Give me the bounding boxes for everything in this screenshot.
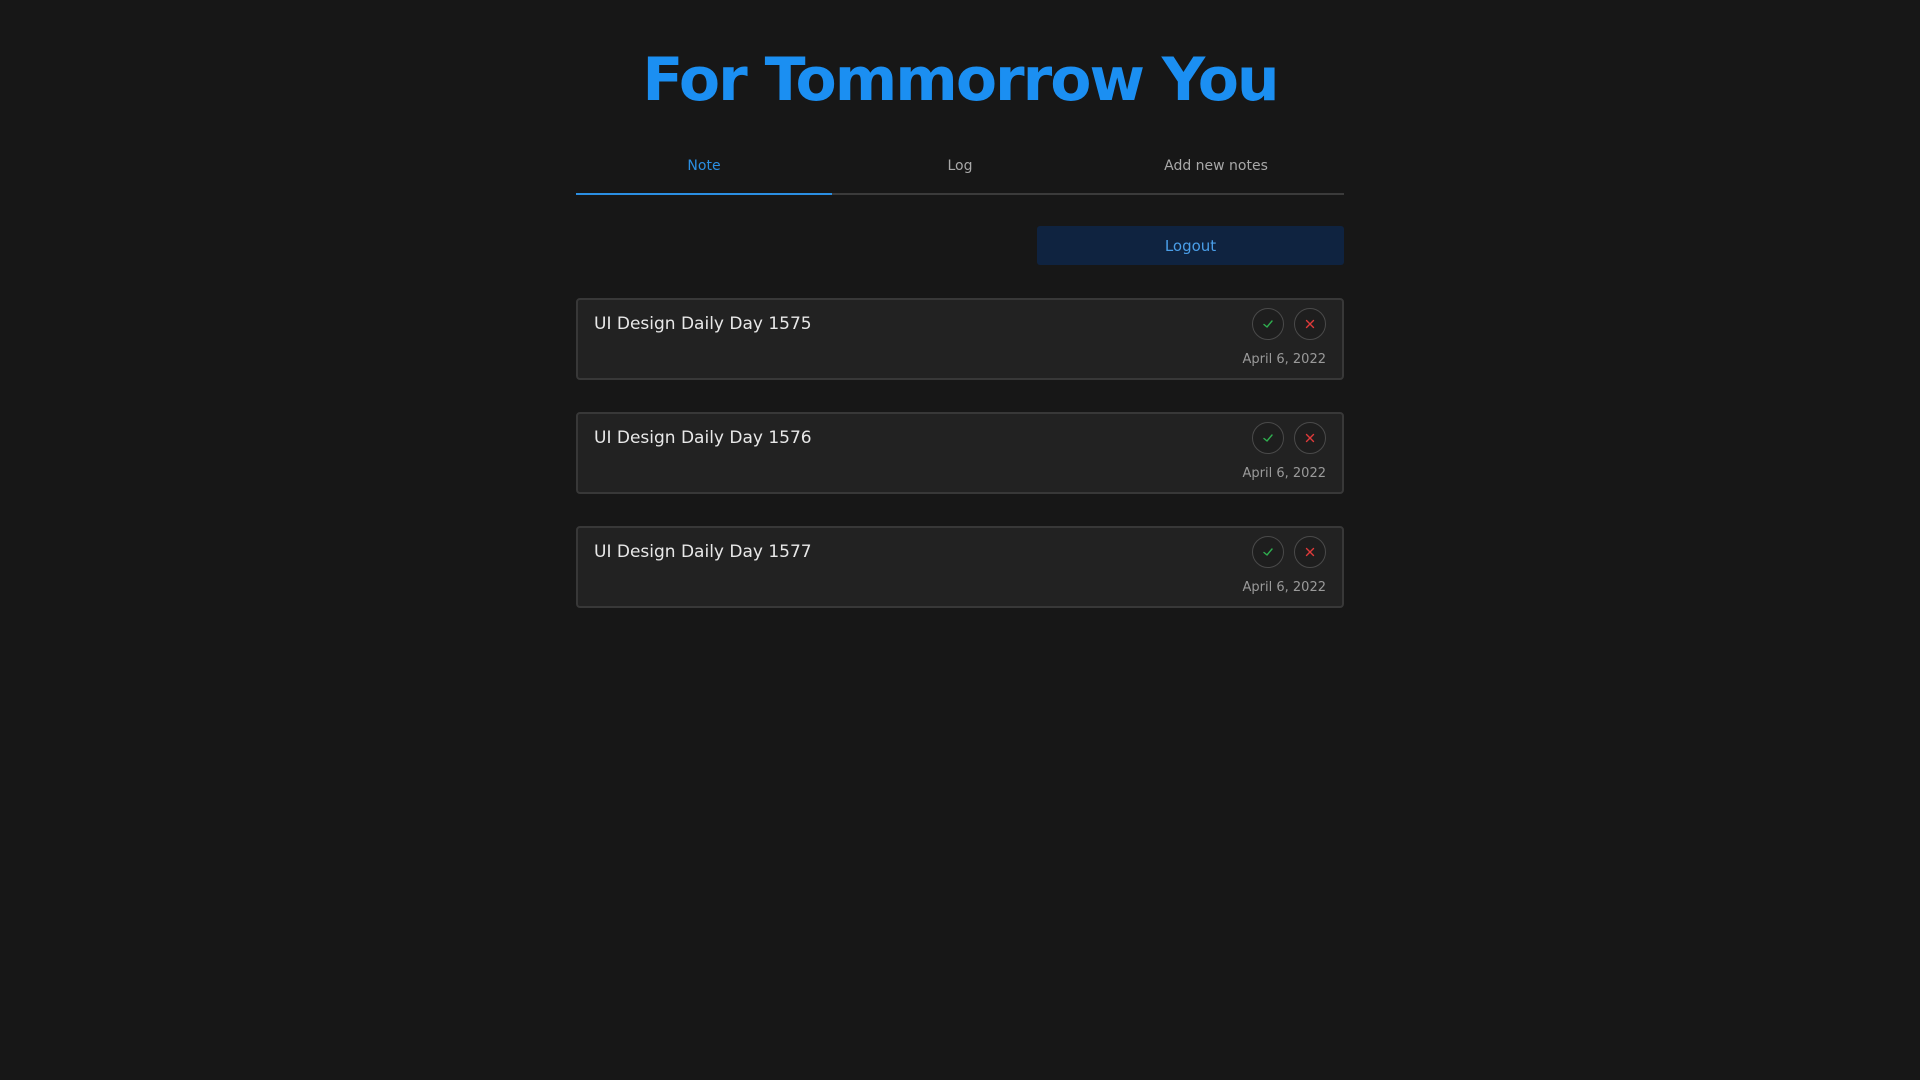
- note-card: UI Design Daily Day 1575 April 6, 2022: [576, 298, 1344, 380]
- mark-done-button[interactable]: [1252, 308, 1284, 340]
- note-card: UI Design Daily Day 1576 April 6, 2022: [576, 412, 1344, 494]
- page-title: For Tommorrow You: [642, 45, 1279, 115]
- delete-note-button[interactable]: [1294, 308, 1326, 340]
- note-date: April 6, 2022: [1242, 580, 1326, 595]
- note-date: April 6, 2022: [1242, 352, 1326, 367]
- note-card: UI Design Daily Day 1577 April 6, 2022: [576, 526, 1344, 608]
- tab-note[interactable]: Note: [576, 148, 832, 195]
- delete-note-button[interactable]: [1294, 536, 1326, 568]
- app-page: For Tommorrow You Note Log Add new notes…: [0, 0, 1920, 1080]
- logout-button[interactable]: Logout: [1037, 226, 1344, 265]
- note-title: UI Design Daily Day 1577: [594, 542, 812, 562]
- mark-done-button[interactable]: [1252, 536, 1284, 568]
- close-icon: [1305, 547, 1315, 557]
- tab-log[interactable]: Log: [832, 148, 1088, 193]
- check-icon: [1263, 320, 1273, 328]
- tab-add-new-notes[interactable]: Add new notes: [1088, 148, 1344, 193]
- mark-done-button[interactable]: [1252, 422, 1284, 454]
- note-date: April 6, 2022: [1242, 466, 1326, 481]
- close-icon: [1305, 433, 1315, 443]
- notes-list: UI Design Daily Day 1575 April 6, 2022 U…: [576, 298, 1344, 640]
- note-title: UI Design Daily Day 1576: [594, 428, 812, 448]
- note-title: UI Design Daily Day 1575: [594, 314, 812, 334]
- check-icon: [1263, 434, 1273, 442]
- close-icon: [1305, 319, 1315, 329]
- tab-bar: Note Log Add new notes: [576, 148, 1344, 195]
- delete-note-button[interactable]: [1294, 422, 1326, 454]
- check-icon: [1263, 548, 1273, 556]
